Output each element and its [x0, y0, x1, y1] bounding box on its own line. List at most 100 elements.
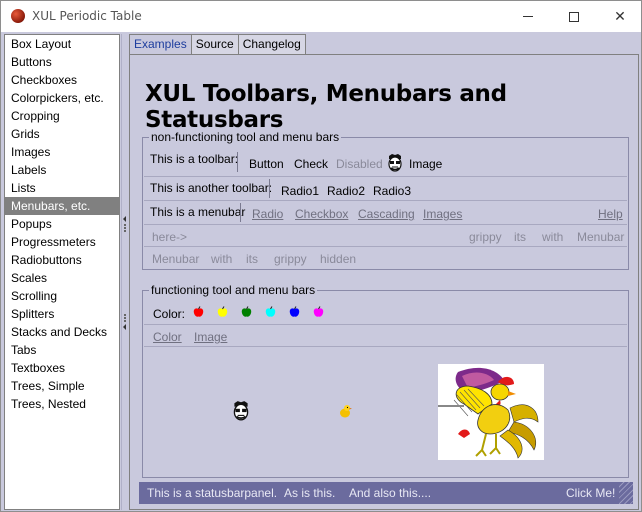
sidebar-item[interactable]: Progressmeters — [5, 233, 119, 251]
color-toolbar: Color: — [144, 301, 627, 325]
toolbar-1: This is a toolbar: Button Check Disabled… — [144, 148, 627, 177]
sidebar-item[interactable]: Labels — [5, 161, 119, 179]
application-window: XUL Periodic Table ✕ Box Layout Buttons … — [0, 0, 642, 512]
example-list[interactable]: Box Layout Buttons Checkboxes Colorpicke… — [4, 34, 120, 510]
hidden-grippy-menubar-row: Menubar with its grippy hidden — [144, 247, 627, 269]
toolbar-label: This is another toolbar: — [150, 181, 273, 195]
sidebar-item[interactable]: Lists — [5, 179, 119, 197]
sidebar-item[interactable]: Cropping — [5, 107, 119, 125]
minimize-icon — [523, 16, 533, 17]
menu-color[interactable]: Color — [153, 330, 182, 344]
grippy-menubar-row: here-> grippy its with Menubar — [144, 225, 627, 247]
sidebar-item[interactable]: Scales — [5, 269, 119, 287]
toolbar-separator — [237, 152, 238, 172]
groupbox-functioning: functioning tool and menu bars Color: Co… — [142, 283, 629, 478]
toolbar-label: This is a toolbar: — [150, 152, 239, 166]
menu-item[interactable]: its — [246, 252, 258, 266]
menu-item[interactable]: grippy — [274, 252, 307, 266]
click-me-panel[interactable]: Click Me! — [566, 486, 615, 500]
menubar-separator — [240, 203, 241, 222]
menu-item[interactable]: grippy — [469, 230, 502, 244]
menu-item[interactable]: Menubar — [152, 252, 199, 266]
tab-strip: Examples Source Changelog — [129, 34, 306, 55]
window-title: XUL Periodic Table — [32, 9, 142, 23]
maximize-icon — [569, 11, 579, 22]
menu-item[interactable]: hidden — [320, 252, 356, 266]
menu-checkbox[interactable]: Checkbox — [295, 207, 348, 221]
chick-icon — [340, 405, 352, 418]
menu-item[interactable]: here-> — [152, 230, 187, 244]
sidebar-item[interactable]: Colorpickers, etc. — [5, 89, 119, 107]
apple-icon-yellow[interactable] — [217, 306, 228, 318]
sidebar-item[interactable]: Trees, Simple — [5, 377, 119, 395]
menu-item[interactable]: Menubar — [577, 230, 624, 244]
face-icon — [388, 154, 402, 172]
sidebar-item-selected[interactable]: Menubars, etc. — [5, 197, 119, 215]
statusbar-panel: And also this.... — [349, 486, 432, 500]
close-icon: ✕ — [614, 8, 626, 24]
toolbar-disabled-button: Disabled — [336, 157, 383, 171]
apple-icon-red[interactable] — [193, 306, 204, 318]
collapse-left-icon — [123, 216, 126, 222]
grip-dots-icon — [124, 314, 126, 322]
sidebar-item[interactable]: Scrolling — [5, 287, 119, 305]
sidebar-item[interactable]: Buttons — [5, 53, 119, 71]
toolbar-image-button[interactable]: Image — [409, 157, 442, 171]
toolbar-2: This is another toolbar: Radio1 Radio2 R… — [144, 177, 627, 201]
sidebar-item[interactable]: Box Layout — [5, 35, 119, 53]
close-button[interactable]: ✕ — [597, 1, 642, 32]
toolbar-check[interactable]: Check — [294, 157, 328, 171]
face-icon — [233, 401, 249, 421]
menu-image[interactable]: Image — [194, 330, 227, 344]
sidebar-item[interactable]: Checkboxes — [5, 71, 119, 89]
rooster-image — [438, 364, 544, 460]
apple-icon-blue[interactable] — [289, 306, 300, 318]
resize-grip-icon[interactable] — [619, 482, 633, 504]
groupbox-caption: functioning tool and menu bars — [149, 283, 318, 297]
groupbox-caption: non-functioning tool and menu bars — [149, 130, 342, 144]
sidebar-item[interactable]: Textboxes — [5, 359, 119, 377]
menubar-label: This is a menubar — [150, 205, 246, 219]
toolbar-separator — [269, 179, 270, 198]
sidebar-item[interactable]: Splitters — [5, 305, 119, 323]
menubar-row: This is a menubar Radio Checkbox Cascadi… — [144, 201, 627, 225]
menu-radio[interactable]: Radio — [252, 207, 283, 221]
sidebar-item[interactable]: Trees, Nested — [5, 395, 119, 413]
page-title: XUL Toolbars, Menubars and Statusbars — [145, 81, 507, 133]
radio1-button[interactable]: Radio1 — [281, 184, 319, 198]
menu-cascading[interactable]: Cascading — [358, 207, 415, 221]
app-icon — [11, 9, 25, 23]
sidebar-item[interactable]: Tabs — [5, 341, 119, 359]
examples-panel: XUL Toolbars, Menubars and Statusbars no… — [129, 54, 639, 510]
tab-source[interactable]: Source — [190, 34, 239, 54]
menu-item[interactable]: with — [542, 230, 563, 244]
menu-help[interactable]: Help — [598, 207, 623, 221]
splitter-grippy-bottom[interactable] — [123, 314, 127, 338]
radio2-button[interactable]: Radio2 — [327, 184, 365, 198]
functioning-menubar: Color Image — [144, 325, 627, 347]
apple-icon-magenta[interactable] — [313, 306, 324, 318]
splitter-grippy-top[interactable] — [123, 216, 127, 240]
maximize-button[interactable] — [551, 1, 597, 32]
splitter[interactable] — [121, 34, 127, 510]
sidebar-item[interactable]: Grids — [5, 125, 119, 143]
menu-item[interactable]: with — [211, 252, 232, 266]
sidebar-item[interactable]: Images — [5, 143, 119, 161]
statusbar-panel: As is this. — [284, 486, 336, 500]
toolbar-button[interactable]: Button — [249, 157, 284, 171]
tab-changelog[interactable]: Changelog — [237, 34, 306, 54]
radio3-button[interactable]: Radio3 — [373, 184, 411, 198]
groupbox-nonfunctioning: non-functioning tool and menu bars This … — [142, 130, 629, 270]
minimize-button[interactable] — [505, 1, 551, 32]
menu-item[interactable]: its — [514, 230, 526, 244]
apple-icon-green[interactable] — [241, 306, 252, 318]
sidebar-item[interactable]: Stacks and Decks — [5, 323, 119, 341]
sidebar-item[interactable]: Radiobuttons — [5, 251, 119, 269]
title-bar[interactable]: XUL Periodic Table ✕ — [1, 1, 641, 32]
apple-icon-cyan[interactable] — [265, 306, 276, 318]
sidebar-item[interactable]: Popups — [5, 215, 119, 233]
color-label: Color: — [153, 307, 186, 321]
statusbar-panel: This is a statusbarpanel. — [147, 486, 278, 500]
menu-images[interactable]: Images — [423, 207, 462, 221]
tab-examples[interactable]: Examples — [129, 34, 192, 55]
